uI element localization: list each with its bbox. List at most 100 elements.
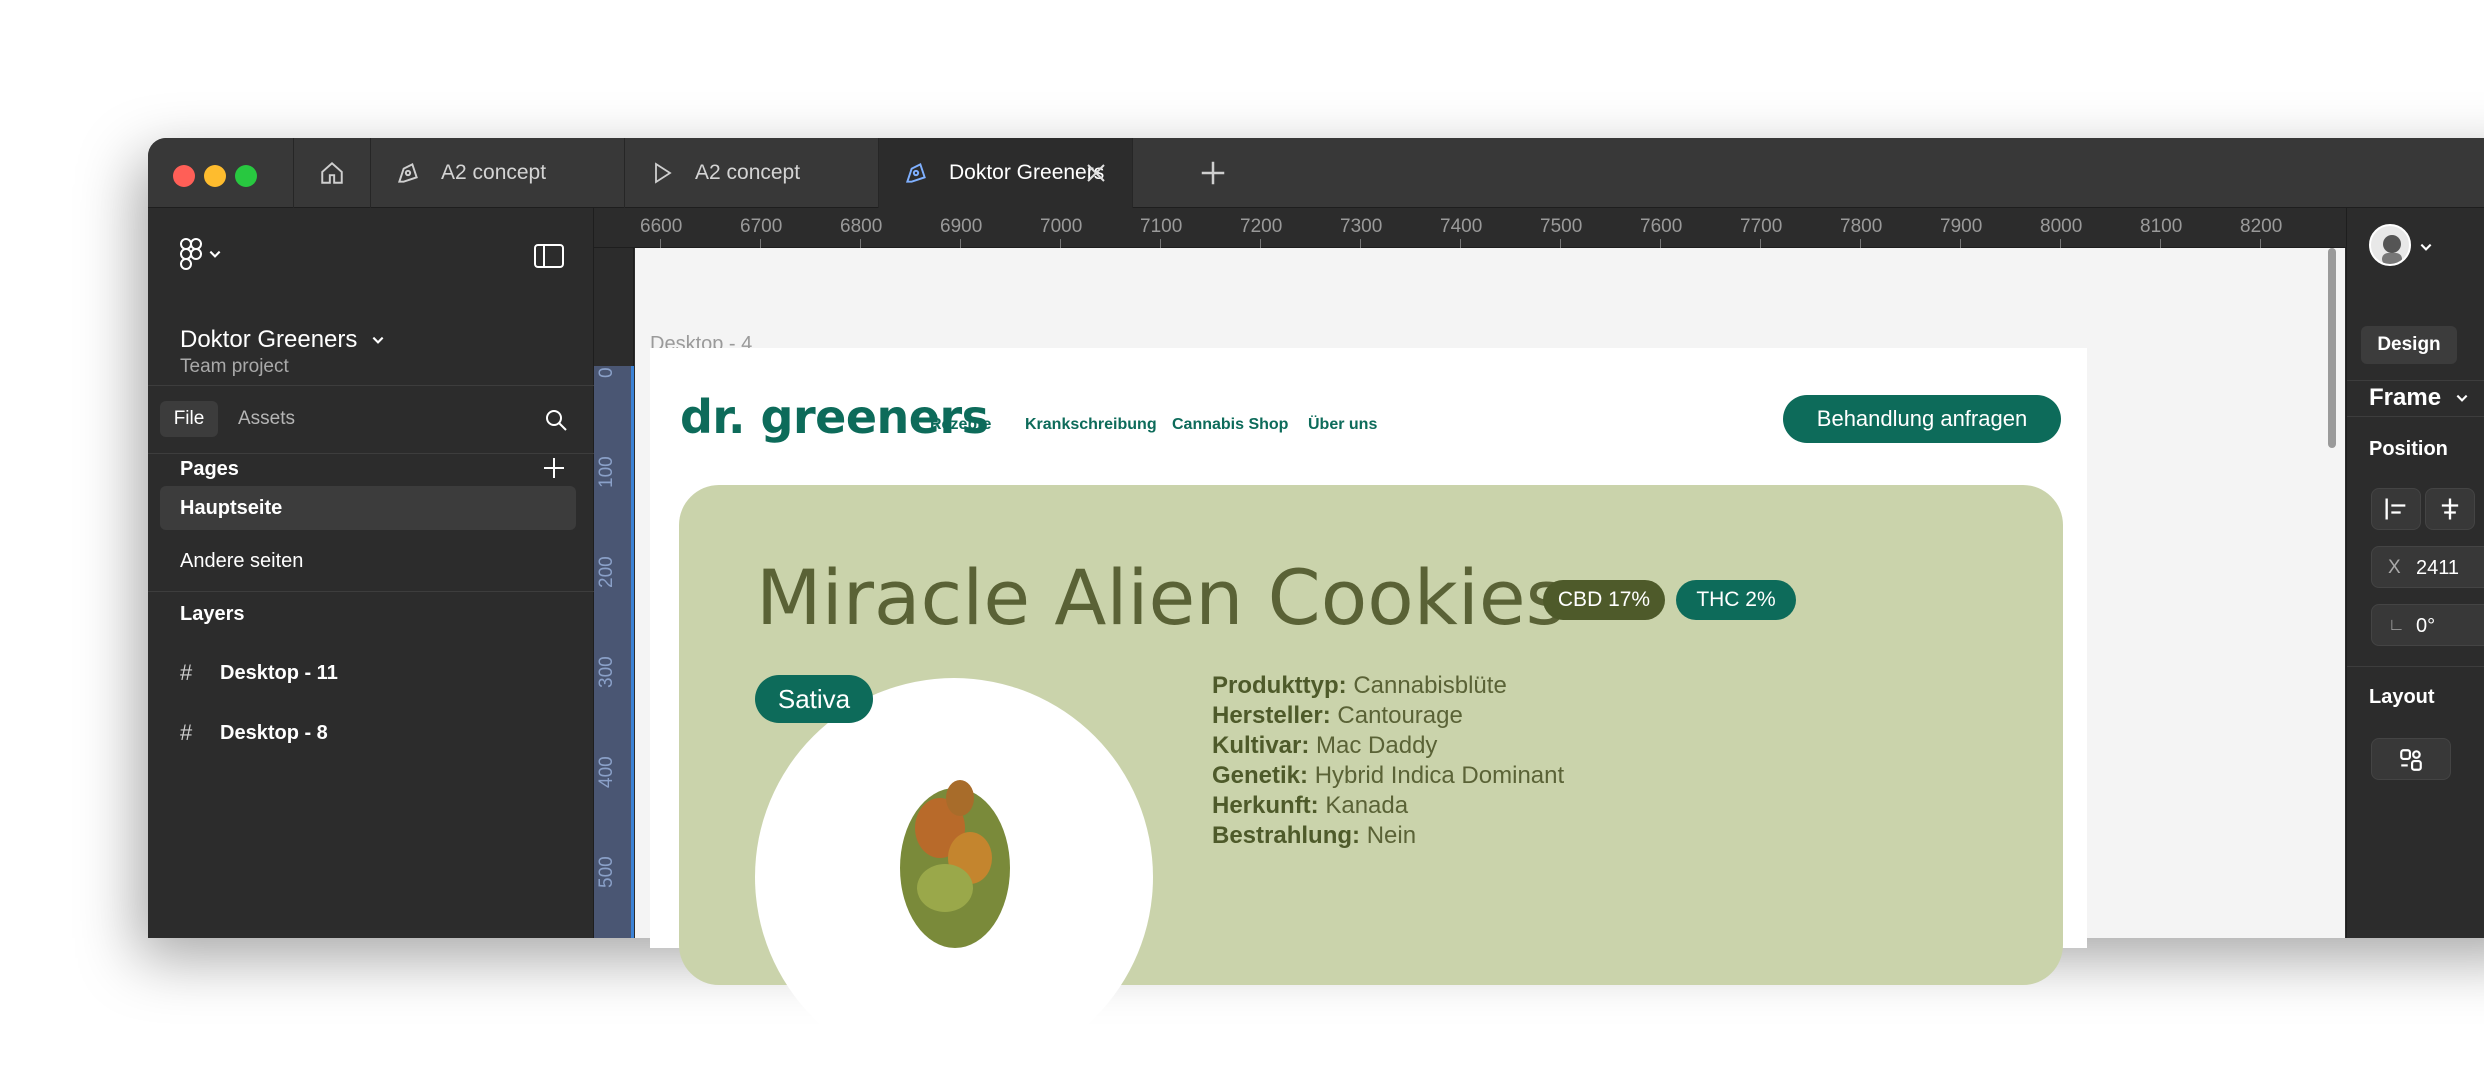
spec-value: Nein xyxy=(1366,822,1417,849)
new-tab-plus-icon[interactable] xyxy=(1198,158,1228,188)
layer-item-desktop-11[interactable]: # Desktop - 11 xyxy=(180,660,338,686)
spec-row: Genetik: Hybrid Indica Dominant xyxy=(1212,762,1564,790)
align-center-icon xyxy=(2441,498,2459,520)
ruler-label: 400 xyxy=(596,756,617,788)
tab-design[interactable]: Design xyxy=(2361,326,2457,364)
layout-title: Layout xyxy=(2369,686,2435,708)
spec-value: Kanada xyxy=(1325,792,1409,819)
x-label: X xyxy=(2388,557,2401,578)
close-icon[interactable] xyxy=(1084,161,1108,185)
spec-value: Hybrid Indica Dominant xyxy=(1314,762,1565,789)
page-item-hauptseite[interactable]: Hauptseite xyxy=(160,486,576,530)
thc-badge: THC 2% xyxy=(1676,580,1796,620)
nav-link-krankschreibung[interactable]: Krankschreibung xyxy=(1025,416,1157,434)
spec-row: Hersteller: Cantourage xyxy=(1212,702,1463,730)
layer-label: Desktop - 11 xyxy=(220,661,338,684)
page-item-andere-seiten[interactable]: Andere seiten xyxy=(180,550,303,573)
ruler-label: 7300 xyxy=(1340,216,1383,237)
ruler-label: 7100 xyxy=(1140,216,1183,237)
divider xyxy=(148,591,594,592)
window-close-button[interactable] xyxy=(173,165,195,187)
tab-label: A2 concept xyxy=(695,161,801,184)
sidebar-toggle-icon[interactable] xyxy=(534,244,564,268)
auto-layout-button[interactable] xyxy=(2371,738,2451,780)
website-frame[interactable]: dr. greeners Rezepte Krankschreibung Can… xyxy=(650,348,2087,1076)
thc-label: THC 2% xyxy=(1696,588,1776,611)
tab-label: Doktor Greeners xyxy=(949,161,1105,184)
align-left-icon xyxy=(2385,498,2406,520)
align-center-button[interactable] xyxy=(2425,488,2475,530)
rotation-field[interactable]: ∟ 0° xyxy=(2371,604,2484,646)
layers-title: Layers xyxy=(180,603,245,625)
spec-value: Mac Daddy xyxy=(1316,732,1438,759)
frame-type-label: Frame xyxy=(2369,384,2442,411)
avatar[interactable] xyxy=(2369,224,2411,266)
cta-button[interactable]: Behandlung anfragen xyxy=(1783,395,2061,443)
frame-type-select[interactable]: Frame xyxy=(2369,384,2469,412)
home-icon xyxy=(321,161,343,184)
chevron-down-icon[interactable] xyxy=(2419,240,2433,254)
auto-layout-icon xyxy=(2400,749,2422,771)
nav-link-rezepte[interactable]: Rezepte xyxy=(930,416,991,434)
x-position-field[interactable]: X 2411 xyxy=(2371,546,2484,588)
strain-label: Sativa xyxy=(777,683,851,714)
product-hero: Miracle Alien Cookies CBD 17% THC 2% Sat… xyxy=(679,485,2063,1076)
product-title: Miracle Alien Cookies xyxy=(756,553,1566,642)
search-icon[interactable] xyxy=(544,408,568,432)
spec-value: Cantourage xyxy=(1337,702,1463,729)
strain-badge: Sativa xyxy=(755,675,873,723)
ruler-label: 7000 xyxy=(1040,216,1083,237)
spec-row: Produkttyp: Cannabisblüte xyxy=(1212,672,1507,700)
ruler-label: 8100 xyxy=(2140,216,2183,237)
ruler-label: 7600 xyxy=(1640,216,1683,237)
tab-file[interactable]: File xyxy=(160,401,218,437)
nav-link-ueber-uns[interactable]: Über uns xyxy=(1308,416,1377,434)
spec-key: Hersteller: xyxy=(1212,702,1331,729)
ruler-label: 8200 xyxy=(2240,216,2283,237)
tab-design-label: Design xyxy=(2377,334,2441,355)
ruler-label: 7500 xyxy=(1540,216,1583,237)
ruler-label: 7800 xyxy=(1840,216,1883,237)
position-title: Position xyxy=(2369,438,2448,460)
cbd-label: CBD 17% xyxy=(1557,588,1651,611)
ruler-label: 6600 xyxy=(640,216,683,237)
chevron-down-icon xyxy=(372,336,384,344)
window-minimize-button[interactable] xyxy=(204,165,226,187)
figma-logo-icon xyxy=(180,238,202,270)
align-left-button[interactable] xyxy=(2371,488,2421,530)
project-subtitle: Team project xyxy=(180,356,289,377)
cbd-badge: CBD 17% xyxy=(1543,580,1665,620)
spec-key: Genetik: xyxy=(1212,762,1309,789)
divider xyxy=(148,453,594,454)
tab-file-label: File xyxy=(173,408,205,429)
main-menu-button[interactable] xyxy=(180,238,222,270)
ruler-selection-highlight xyxy=(594,366,634,938)
tab-doktor-greeners[interactable]: Doktor Greeners xyxy=(879,138,1133,208)
x-value: 2411 xyxy=(2416,557,2460,579)
chevron-down-icon xyxy=(2456,394,2468,402)
pen-tool-icon xyxy=(393,158,423,188)
spec-key: Kultivar: xyxy=(1212,732,1310,759)
left-panel: Doktor Greeners Team project File Assets… xyxy=(148,208,594,938)
ruler-label: 500 xyxy=(596,856,617,888)
ruler-label: 6700 xyxy=(740,216,783,237)
spec-key: Herkunft: xyxy=(1212,792,1319,819)
add-page-icon[interactable] xyxy=(542,456,566,480)
project-name[interactable]: Doktor Greeners xyxy=(180,326,385,354)
title-bar: A2 concept A2 concept Doktor Greeners xyxy=(148,138,2484,208)
layer-item-desktop-8[interactable]: # Desktop - 8 xyxy=(180,720,328,746)
chevron-down-icon xyxy=(209,250,221,258)
tab-assets[interactable]: Assets xyxy=(238,408,295,430)
divider xyxy=(148,385,594,386)
spec-row: Herkunft: Kanada xyxy=(1212,792,1408,820)
ruler-label: 6800 xyxy=(840,216,883,237)
project-name-label: Doktor Greeners xyxy=(180,326,358,353)
tab-a2-concept-prototype[interactable]: A2 concept xyxy=(625,138,879,208)
rotation-value: 0° xyxy=(2416,615,2436,637)
home-tab[interactable] xyxy=(293,138,371,208)
ruler-label: 200 xyxy=(596,556,617,588)
tab-a2-concept-design[interactable]: A2 concept xyxy=(371,138,625,208)
window-maximize-button[interactable] xyxy=(235,165,257,187)
nav-link-cannabis-shop[interactable]: Cannabis Shop xyxy=(1172,416,1288,434)
canvas-scrollbar[interactable] xyxy=(2328,248,2336,448)
